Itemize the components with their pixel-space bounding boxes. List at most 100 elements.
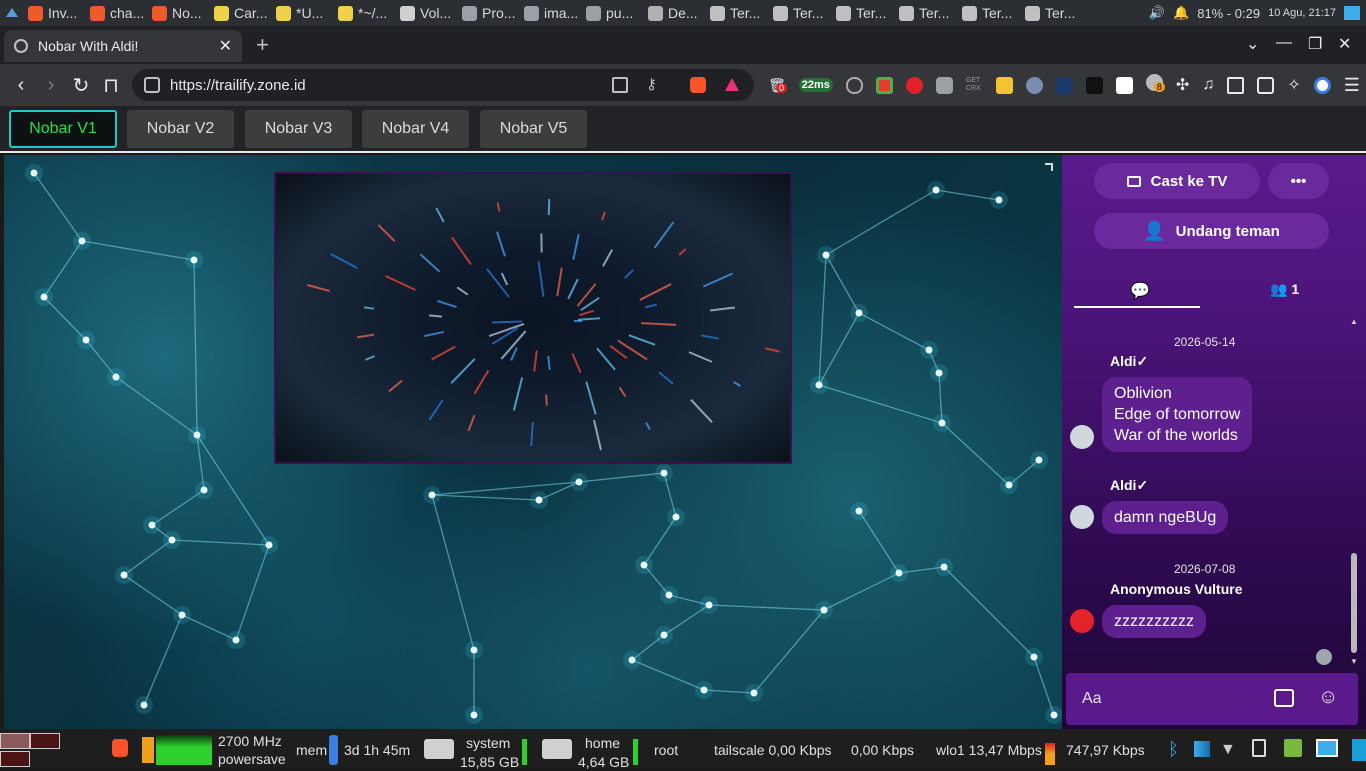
back-icon[interactable]: ‹ bbox=[6, 74, 36, 97]
counter-extension-icon[interactable]: 8 bbox=[1145, 74, 1165, 96]
root-label: root bbox=[654, 742, 679, 758]
taskbar-item[interactable]: Ter... bbox=[832, 0, 895, 26]
maximize-icon[interactable]: ❐ bbox=[1308, 34, 1322, 54]
brave-shields-icon[interactable] bbox=[690, 77, 706, 93]
chat-input-placeholder[interactable]: Aa bbox=[1082, 690, 1102, 708]
taskbar-item-label: Vol... bbox=[420, 5, 452, 21]
translate-icon[interactable] bbox=[612, 77, 628, 93]
json-extension-icon[interactable] bbox=[845, 76, 863, 94]
white-extension-icon[interactable] bbox=[1115, 76, 1133, 94]
close-tab-icon[interactable]: ✕ bbox=[219, 36, 232, 56]
forward-icon[interactable]: › bbox=[36, 74, 66, 97]
clipboard-icon[interactable] bbox=[1252, 739, 1266, 757]
reload-icon[interactable]: ↻ bbox=[66, 73, 96, 98]
camera-extension-icon[interactable] bbox=[935, 76, 953, 94]
video-player[interactable] bbox=[274, 172, 792, 464]
taskbar-item[interactable]: Pro... bbox=[458, 0, 520, 26]
menu-icon[interactable]: ☰ bbox=[1344, 75, 1360, 96]
taskbar-item[interactable]: ima... bbox=[520, 0, 582, 26]
media-control-icon[interactable]: ♫ bbox=[1202, 76, 1214, 94]
tab-active[interactable]: Nobar With Aldi! ✕ bbox=[4, 30, 242, 62]
cast-button[interactable]: Cast ke TV bbox=[1094, 163, 1260, 199]
taskbar-item[interactable]: *U... bbox=[272, 0, 334, 26]
taskbar-item[interactable]: pu... bbox=[582, 0, 644, 26]
address-bar[interactable]: https://trailify.zone.id ⚷ bbox=[132, 69, 754, 101]
invite-button[interactable]: 👤 Undang teman bbox=[1094, 213, 1329, 249]
new-tab-icon[interactable]: + bbox=[256, 32, 269, 58]
app-icon bbox=[1025, 5, 1040, 21]
vpn-icon[interactable]: ▼ bbox=[1220, 741, 1236, 759]
taskbar-item[interactable]: Ter... bbox=[769, 0, 832, 26]
desktop-pager-2[interactable] bbox=[30, 733, 60, 749]
avatar[interactable] bbox=[1070, 505, 1094, 529]
sidebar-icon[interactable] bbox=[1227, 76, 1245, 94]
extensions-puzzle-icon[interactable]: ✣ bbox=[1176, 75, 1189, 95]
nav-button-v1[interactable]: Nobar V1 bbox=[9, 110, 117, 148]
bluetooth-icon[interactable]: ᛒ bbox=[1168, 739, 1179, 760]
site-settings-icon[interactable] bbox=[144, 77, 160, 93]
taskbar-item[interactable]: cha... bbox=[86, 0, 148, 26]
taskbar-item[interactable]: Ter... bbox=[1021, 0, 1084, 26]
display-icon[interactable] bbox=[1316, 739, 1338, 757]
taskbar-item[interactable]: Inv... bbox=[24, 0, 86, 26]
app-icon bbox=[28, 5, 43, 21]
chat-tab-icon[interactable]: 💬 bbox=[1130, 281, 1150, 301]
taskbar-item-label: Ter... bbox=[919, 5, 950, 21]
x-extension-icon[interactable] bbox=[1055, 76, 1073, 94]
notification-icon[interactable]: 🔔 bbox=[1173, 5, 1189, 21]
brave-rewards-icon[interactable] bbox=[724, 77, 740, 93]
more-button[interactable]: ••• bbox=[1268, 163, 1329, 199]
cursor-extension-icon[interactable] bbox=[1025, 76, 1043, 94]
close-window-icon[interactable]: ✕ bbox=[1338, 34, 1351, 54]
taskbar-item[interactable]: Vol... bbox=[396, 0, 458, 26]
desktop-pager-1[interactable] bbox=[0, 733, 30, 749]
browser-toolbar: ‹ › ↻ ⊓ https://trailify.zone.id ⚷ 🗑0 22… bbox=[0, 64, 1366, 106]
minimize-icon[interactable]: — bbox=[1276, 34, 1292, 52]
emoji-icon[interactable]: ☺ bbox=[1318, 686, 1338, 709]
show-desktop-icon[interactable] bbox=[1352, 739, 1366, 761]
signal-icon[interactable] bbox=[1194, 741, 1210, 757]
nav-button-v4[interactable]: Nobar V4 bbox=[362, 110, 469, 148]
taskbar-item[interactable]: *~/... bbox=[334, 0, 396, 26]
taskbar-item[interactable]: De... bbox=[644, 0, 706, 26]
nav-button-v5[interactable]: Nobar V5 bbox=[480, 110, 587, 148]
taskbar-item[interactable]: Ter... bbox=[958, 0, 1021, 26]
nav-button-v3[interactable]: Nobar V3 bbox=[245, 110, 352, 148]
taskbar-item[interactable]: Ter... bbox=[706, 0, 769, 26]
taskbar-item[interactable]: No... bbox=[148, 0, 210, 26]
show-desktop-icon[interactable] bbox=[1344, 6, 1360, 20]
url-text[interactable]: https://trailify.zone.id bbox=[170, 77, 306, 94]
bookmark-icon[interactable]: ⊓ bbox=[96, 73, 126, 98]
clock[interactable]: 10 Agu, 21:17 bbox=[1268, 7, 1336, 19]
brave-launcher-icon[interactable] bbox=[112, 739, 128, 757]
fullscreen-icon[interactable] bbox=[1045, 163, 1053, 171]
message-bubble: Oblivion Edge of tomorrow War of the wor… bbox=[1102, 377, 1253, 452]
battery-status[interactable]: 81% - 0:29 bbox=[1197, 6, 1260, 21]
wallet-icon[interactable] bbox=[1257, 76, 1275, 94]
video-extension-icon[interactable] bbox=[875, 76, 893, 94]
avatar[interactable] bbox=[1070, 425, 1094, 449]
taskbar-item-label: Ter... bbox=[982, 5, 1013, 21]
volume-icon[interactable]: 🔊 bbox=[1149, 5, 1165, 21]
taskbar-item[interactable]: Ter... bbox=[895, 0, 958, 26]
yellow-extension-icon[interactable] bbox=[995, 76, 1013, 94]
nav-button-v2[interactable]: Nobar V2 bbox=[127, 110, 234, 148]
latency-extension-icon[interactable]: 22ms bbox=[798, 78, 833, 92]
app-launcher-icon[interactable] bbox=[0, 0, 24, 26]
avatar[interactable] bbox=[1070, 609, 1094, 633]
trash-extension-icon[interactable]: 🗑0 bbox=[768, 77, 788, 94]
key-icon[interactable]: ⚷ bbox=[646, 75, 662, 93]
tab-search-icon[interactable]: ⌄ bbox=[1246, 34, 1259, 54]
taskbar-item[interactable]: Car... bbox=[210, 0, 272, 26]
desktop-pager-3[interactable] bbox=[0, 751, 30, 767]
red-extension-icon[interactable] bbox=[905, 76, 923, 94]
getcrx-extension-icon[interactable]: GET CRX bbox=[966, 77, 983, 93]
profile-icon[interactable] bbox=[1313, 76, 1331, 94]
trash-icon[interactable] bbox=[1284, 739, 1302, 757]
chat-scrollbar[interactable]: ▲ ▼ bbox=[1350, 317, 1358, 667]
members-tab[interactable]: 👥 1 bbox=[1270, 281, 1299, 298]
cat-extension-icon[interactable] bbox=[1085, 76, 1103, 94]
leo-ai-icon[interactable]: ✧ bbox=[1287, 75, 1300, 95]
chat-input[interactable]: Aa ☺ bbox=[1066, 673, 1358, 725]
image-upload-icon[interactable] bbox=[1274, 689, 1294, 707]
